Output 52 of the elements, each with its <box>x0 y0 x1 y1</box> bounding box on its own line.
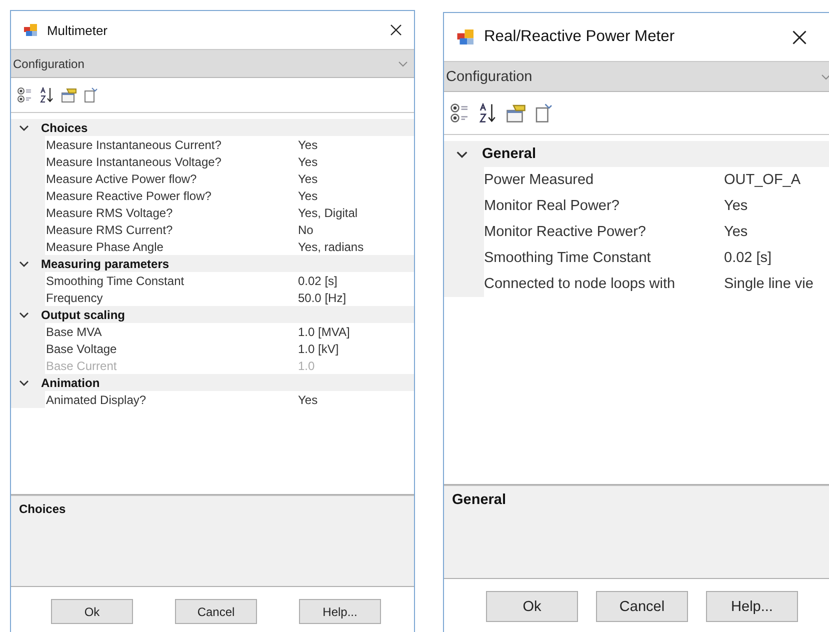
property-name: Monitor Reactive Power? <box>483 224 647 240</box>
dialog-button[interactable]: Ok <box>486 591 578 622</box>
property-name: Animated Display? <box>45 392 148 406</box>
property-value[interactable]: OUT_OF_A <box>724 172 801 188</box>
property-name: Measure Reactive Power flow? <box>45 188 212 202</box>
property-name: Measure Instantaneous Current? <box>45 138 222 152</box>
property-value[interactable]: Yes <box>298 392 318 406</box>
property-value[interactable]: 1.0 [kV] <box>298 342 339 356</box>
property-value[interactable]: Yes <box>298 154 318 168</box>
property-name: Monitor Real Power? <box>483 198 620 214</box>
property-value[interactable]: Yes <box>724 198 748 214</box>
property-name: Measure Active Power flow? <box>45 172 198 186</box>
description-title: General <box>452 492 506 508</box>
dialog-button[interactable]: Ok <box>51 599 133 624</box>
category-heading: General <box>482 146 536 162</box>
property-value[interactable]: Yes <box>298 138 318 152</box>
property-value[interactable]: Yes <box>298 188 318 202</box>
property-value[interactable]: 50.0 [Hz] <box>298 290 346 304</box>
dialog-button[interactable]: Cancel <box>175 599 257 624</box>
property-name: Smoothing Time Constant <box>45 274 186 288</box>
property-value[interactable]: Yes, radians <box>298 240 364 254</box>
category-heading: Measuring parameters <box>41 256 170 270</box>
category-heading: Animation <box>41 376 100 390</box>
window-title: Multimeter <box>47 22 108 38</box>
property-name: Measure Instantaneous Voltage? <box>45 154 222 168</box>
property-name: Measure RMS Voltage? <box>45 206 174 220</box>
property-value[interactable]: 0.02 [s] <box>298 274 338 288</box>
property-name: Measure Phase Angle <box>45 240 164 254</box>
property-value[interactable]: Yes, Digital <box>298 206 358 220</box>
configuration-dropdown[interactable]: Configuration <box>11 49 414 78</box>
configuration-dropdown[interactable]: Configuration <box>444 61 829 92</box>
property-value[interactable]: Yes <box>724 224 748 240</box>
category-heading: Output scaling <box>41 308 125 322</box>
property-name: Base MVA <box>45 324 103 338</box>
window-title: Real/Reactive Power Meter <box>484 28 676 46</box>
property-name: Base Voltage <box>45 342 118 356</box>
description-title: Choices <box>19 502 66 516</box>
property-name: Base Current <box>45 358 118 372</box>
property-name: Connected to node loops with <box>483 276 676 292</box>
property-name: Measure RMS Current? <box>45 222 174 236</box>
property-value[interactable]: 1.0 [MVA] <box>298 324 350 338</box>
property-name: Smoothing Time Constant <box>483 250 652 266</box>
property-value[interactable]: Single line vie <box>724 276 814 292</box>
property-name: Frequency <box>45 290 104 304</box>
dialog-button[interactable]: Help... <box>706 591 798 622</box>
property-value[interactable]: Yes <box>298 172 318 186</box>
property-value[interactable]: No <box>298 222 314 236</box>
property-value[interactable]: 0.02 [s] <box>724 250 772 266</box>
category-heading: Choices <box>41 120 88 134</box>
dialog-button[interactable]: Cancel <box>596 591 688 622</box>
property-name: Power Measured <box>483 172 595 188</box>
dialog-button[interactable]: Help... <box>299 599 381 624</box>
